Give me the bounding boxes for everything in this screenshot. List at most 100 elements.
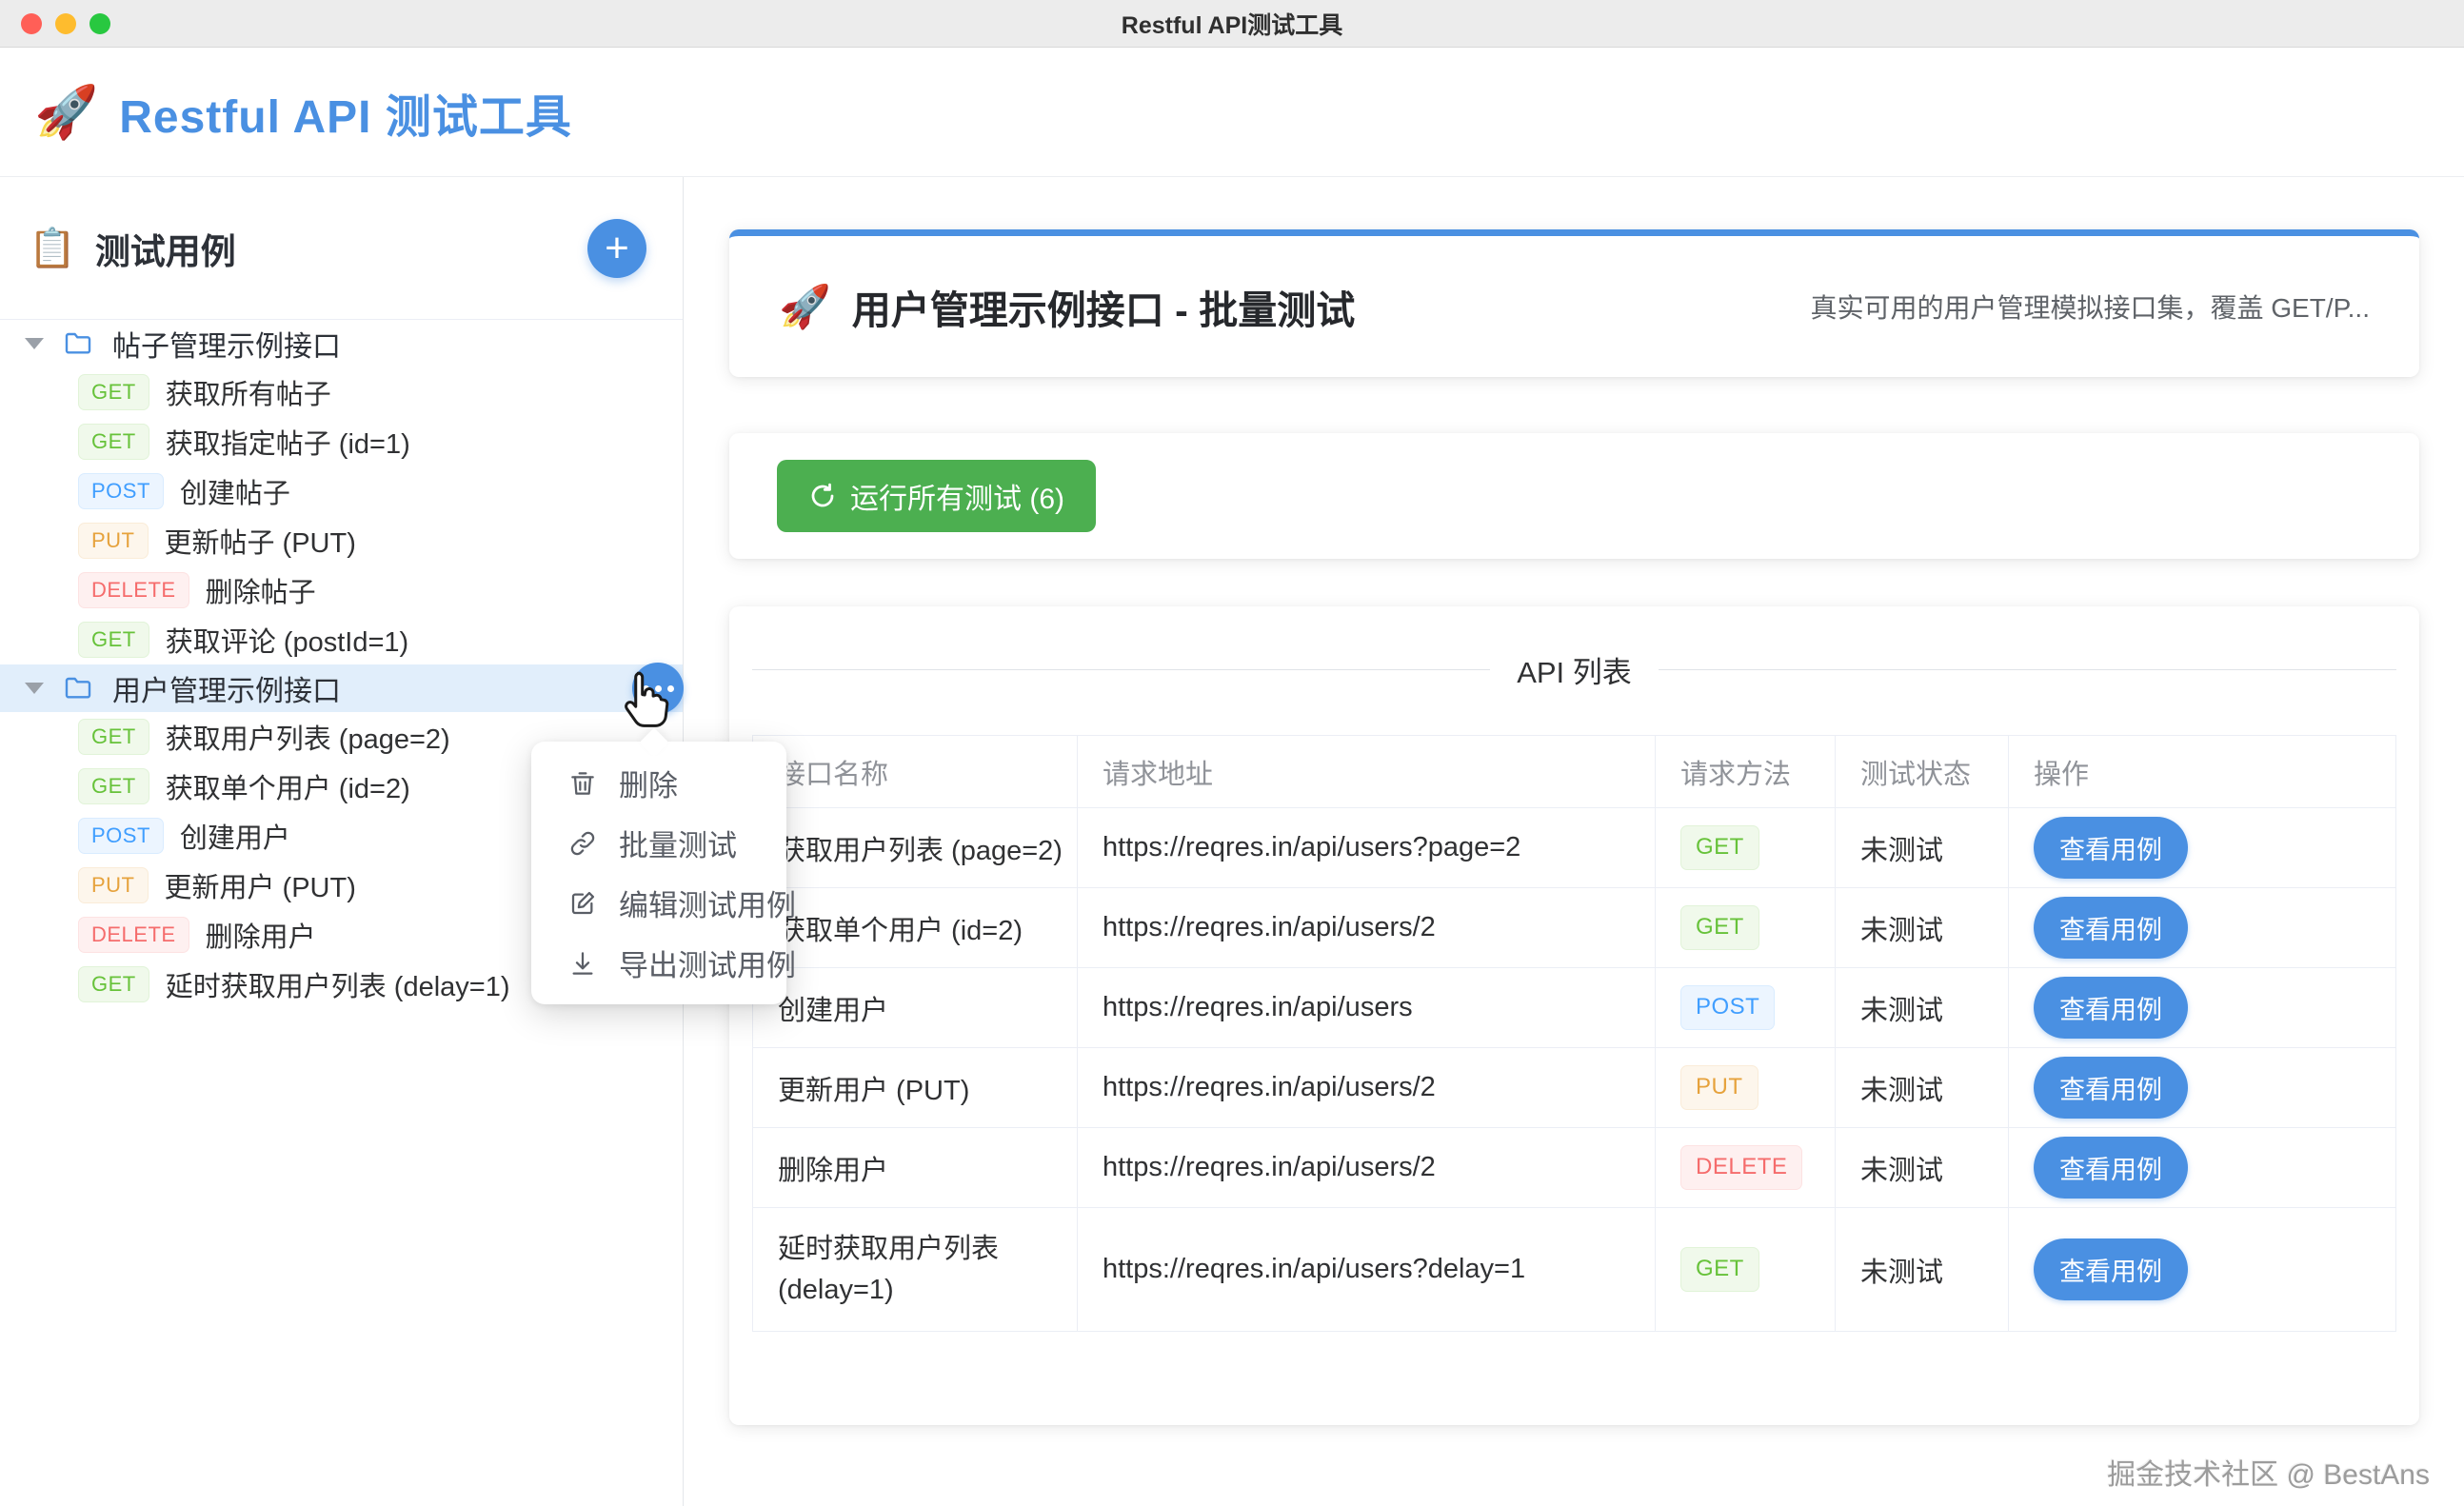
cell-url: https://reqres.in/api/users?page=2 bbox=[1077, 807, 1656, 888]
clipboard-icon: 📋 bbox=[29, 228, 76, 269]
item-label: 更新帖子 (PUT) bbox=[164, 528, 356, 559]
method-badge: DELETE bbox=[78, 916, 189, 954]
folder-icon bbox=[61, 673, 95, 703]
view-case-button[interactable]: 查看用例 bbox=[2034, 1238, 2188, 1300]
api-list-title: API 列表 bbox=[752, 648, 2396, 691]
status-text: 未测试 bbox=[1835, 887, 2009, 968]
item-label: 删除用户 bbox=[205, 922, 316, 953]
rocket-icon: 🚀 bbox=[34, 83, 99, 141]
sidebar-item[interactable]: PUT 更新帖子 (PUT) bbox=[0, 516, 683, 565]
status-text: 未测试 bbox=[1835, 967, 2009, 1048]
method-badge: DELETE bbox=[1680, 1145, 1803, 1190]
folder-label: 用户管理示例接口 bbox=[112, 676, 341, 707]
page-subtitle: 真实可用的用户管理模拟接口集，覆盖 GET/P... bbox=[1810, 293, 2370, 323]
folder-context-menu: 删除 批量测试 编辑测试用例 导出测试用例 bbox=[531, 742, 796, 1004]
link-icon bbox=[570, 831, 595, 855]
run-tests-card: 运行所有测试 (6) bbox=[729, 433, 2419, 559]
main-panel: 🚀 用户管理示例接口 - 批量测试 真实可用的用户管理模拟接口集，覆盖 GET/… bbox=[684, 177, 2464, 1506]
item-label: 创建帖子 bbox=[179, 479, 290, 509]
cell-url: https://reqres.in/api/users/2 bbox=[1077, 1127, 1656, 1208]
run-all-tests-button[interactable]: 运行所有测试 (6) bbox=[777, 460, 1096, 532]
titlebar: Restful API测试工具 bbox=[0, 0, 2464, 48]
table-row: 删除用户 https://reqres.in/api/users/2 DELET… bbox=[752, 1127, 2396, 1208]
view-case-button[interactable]: 查看用例 bbox=[2034, 977, 2188, 1039]
method-badge: POST bbox=[78, 472, 164, 510]
method-badge: POST bbox=[1680, 985, 1776, 1030]
plus-icon: + bbox=[605, 224, 629, 271]
cell-url: https://reqres.in/api/users bbox=[1077, 967, 1656, 1048]
item-label: 获取所有帖子 bbox=[165, 380, 331, 410]
cell-name: 获取用户列表 (page=2) bbox=[752, 807, 1078, 888]
add-test-case-button[interactable]: + bbox=[587, 218, 646, 278]
col-header-method: 请求方法 bbox=[1655, 735, 1836, 808]
cell-name: 获取单个用户 (id=2) bbox=[752, 887, 1078, 968]
batch-test-header-card: 🚀 用户管理示例接口 - 批量测试 真实可用的用户管理模拟接口集，覆盖 GET/… bbox=[729, 229, 2419, 377]
item-label: 删除帖子 bbox=[205, 578, 316, 608]
table-row: 创建用户 https://reqres.in/api/users POST 未测… bbox=[752, 967, 2396, 1048]
app-header: 🚀 Restful API 测试工具 bbox=[0, 48, 2464, 177]
table-row: 更新用户 (PUT) https://reqres.in/api/users/2… bbox=[752, 1047, 2396, 1128]
method-badge: GET bbox=[1680, 905, 1759, 950]
sidebar-item[interactable]: GET 获取所有帖子 bbox=[0, 367, 683, 417]
method-badge: PUT bbox=[78, 522, 149, 560]
api-table: 接口名称 请求地址 请求方法 测试状态 操作 获取用户列表 (page=2) h… bbox=[752, 735, 2396, 1332]
method-badge: PUT bbox=[1680, 1065, 1759, 1110]
cell-url: https://reqres.in/api/users/2 bbox=[1077, 1047, 1656, 1128]
refresh-icon bbox=[811, 483, 834, 507]
item-label: 获取单个用户 (id=2) bbox=[165, 774, 410, 804]
item-label: 获取评论 (postId=1) bbox=[165, 627, 409, 658]
more-icon bbox=[642, 684, 649, 692]
menu-item-edit-test-case[interactable]: 编辑测试用例 bbox=[531, 873, 796, 933]
folder-more-actions-button[interactable] bbox=[632, 663, 684, 714]
method-badge: GET bbox=[78, 621, 149, 659]
cell-url: https://reqres.in/api/users?delay=1 bbox=[1077, 1207, 1656, 1332]
method-badge: POST bbox=[78, 817, 164, 855]
method-badge: GET bbox=[78, 373, 149, 411]
view-case-button[interactable]: 查看用例 bbox=[2034, 897, 2188, 959]
item-label: 创建用户 bbox=[179, 823, 290, 854]
edit-icon bbox=[571, 891, 595, 914]
sidebar-item[interactable]: GET 获取指定帖子 (id=1) bbox=[0, 417, 683, 466]
close-button[interactable] bbox=[21, 13, 42, 34]
menu-item-batch-test[interactable]: 批量测试 bbox=[531, 813, 786, 873]
method-badge: GET bbox=[78, 423, 149, 461]
item-label: 获取用户列表 (page=2) bbox=[165, 724, 450, 755]
method-badge: DELETE bbox=[78, 571, 189, 609]
sidebar-item[interactable]: POST 创建帖子 bbox=[0, 466, 683, 516]
method-badge: GET bbox=[78, 718, 149, 756]
sidebar-title: 测试用例 bbox=[94, 231, 236, 271]
minimize-button[interactable] bbox=[55, 13, 76, 34]
status-text: 未测试 bbox=[1835, 807, 2009, 888]
col-header-status: 测试状态 bbox=[1835, 735, 2009, 808]
col-header-action: 操作 bbox=[2008, 735, 2396, 808]
status-text: 未测试 bbox=[1835, 1127, 2009, 1208]
cell-name: 更新用户 (PUT) bbox=[752, 1047, 1078, 1128]
caret-down-icon[interactable] bbox=[25, 683, 44, 694]
sidebar-folder-users-selected[interactable]: 用户管理示例接口 bbox=[0, 663, 684, 714]
item-label: 延时获取用户列表 (delay=1) bbox=[165, 972, 510, 1002]
sidebar-header: 📋 测试用例 + bbox=[0, 177, 683, 320]
table-row: 获取单个用户 (id=2) https://reqres.in/api/user… bbox=[752, 887, 2396, 968]
fullscreen-button[interactable] bbox=[89, 13, 110, 34]
method-badge: GET bbox=[78, 965, 149, 1003]
cell-name: 延时获取用户列表 (delay=1) bbox=[778, 1234, 1000, 1305]
download-icon bbox=[572, 951, 593, 975]
view-case-button[interactable]: 查看用例 bbox=[2034, 1137, 2188, 1199]
status-text: 未测试 bbox=[1835, 1207, 2009, 1332]
method-badge: GET bbox=[78, 767, 149, 805]
menu-item-export-test-case[interactable]: 导出测试用例 bbox=[531, 933, 796, 993]
item-label: 更新用户 (PUT) bbox=[164, 873, 356, 903]
traffic-lights bbox=[21, 13, 110, 34]
method-badge: PUT bbox=[78, 866, 149, 904]
sidebar-item[interactable]: GET 获取评论 (postId=1) bbox=[0, 615, 683, 664]
view-case-button[interactable]: 查看用例 bbox=[2034, 1057, 2188, 1119]
sidebar-folder-posts[interactable]: 帖子管理示例接口 bbox=[0, 320, 683, 367]
sidebar-item[interactable]: DELETE 删除帖子 bbox=[0, 565, 683, 615]
view-case-button[interactable]: 查看用例 bbox=[2034, 817, 2188, 879]
folder-icon bbox=[61, 328, 95, 359]
col-header-name: 接口名称 bbox=[752, 735, 1078, 808]
table-row: 获取用户列表 (page=2) https://reqres.in/api/us… bbox=[752, 807, 2396, 888]
cell-name: 删除用户 bbox=[752, 1127, 1078, 1208]
menu-item-delete[interactable]: 删除 bbox=[531, 753, 786, 813]
caret-down-icon[interactable] bbox=[25, 338, 44, 349]
